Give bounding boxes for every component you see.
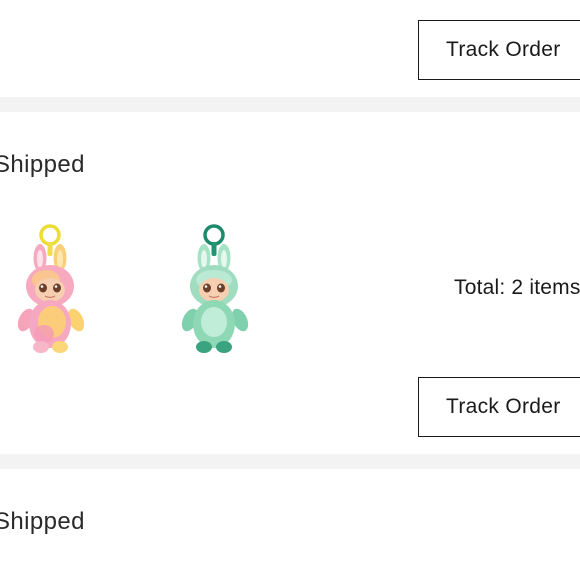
plush-keychain-mint-image [181,224,249,353]
plush-keychain-pink-image [18,224,85,353]
order-card-2[interactable]: Shipped Total: 2 items Track Order [0,112,580,454]
orders-page: Track Order Shipped Total: 2 items Track… [0,0,580,580]
track-order-button[interactable]: Track Order [418,20,580,80]
product-thumbnail-mint[interactable] [180,224,260,359]
order-divider [0,97,580,112]
product-thumbnail-pink[interactable] [18,224,98,359]
order-status-label: Shipped [0,508,85,535]
order-card-3[interactable]: Shipped [0,469,580,580]
order-status-label: Shipped [0,151,85,178]
track-order-button[interactable]: Track Order [418,377,580,437]
order-divider [0,454,580,469]
order-card-1: Track Order [0,0,580,97]
order-total-label: Total: 2 items [454,276,580,299]
